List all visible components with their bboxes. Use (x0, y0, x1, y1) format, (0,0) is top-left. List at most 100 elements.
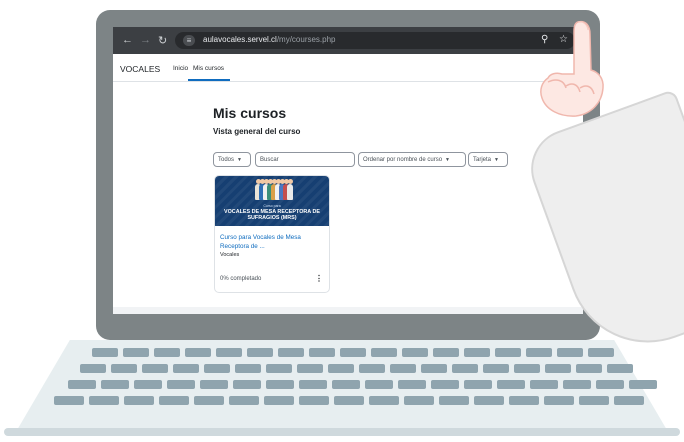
keyboard-key (629, 380, 657, 389)
keyboard-key (431, 380, 459, 389)
keyboard-key (264, 396, 294, 405)
keyboard-key (464, 380, 492, 389)
course-progress: 0% completado (220, 276, 262, 282)
keyboard-key (452, 364, 478, 373)
course-name-link[interactable]: Curso para Vocales de Mesa Receptora de .… (220, 233, 324, 251)
reload-icon[interactable]: ↻ (158, 34, 167, 47)
page-footer (113, 307, 583, 314)
keyboard-key (509, 396, 539, 405)
keyboard-key (297, 364, 323, 373)
keyboard-key (545, 364, 571, 373)
grouping-dropdown[interactable]: Todos ▼ (213, 152, 251, 167)
keyboard-key (557, 348, 583, 357)
keyboard-key (334, 396, 364, 405)
chevron-down-icon: ▼ (237, 157, 242, 163)
browser-toolbar: ← → ↻ ≡ aulavocales.servel.cl/my/courses… (113, 27, 583, 54)
keyboard-key (200, 380, 228, 389)
keyboard-key (154, 348, 180, 357)
course-card[interactable]: Curso para VOCALES DE MESA RECEPTORA DE S… (214, 175, 330, 293)
keyboard-key (89, 396, 119, 405)
keyboard-key (474, 396, 504, 405)
keyboard-key (299, 396, 329, 405)
address-url[interactable]: aulavocales.servel.cl/my/courses.php (203, 35, 336, 44)
back-arrow-icon[interactable]: ← (122, 34, 133, 46)
keyboard-key (433, 348, 459, 357)
keyboard-key (101, 380, 129, 389)
person-figure (287, 184, 293, 200)
keyboard-key (495, 348, 521, 357)
keyboard-key (359, 364, 385, 373)
person-head (287, 179, 293, 184)
page-subtitle: Vista general del curso (213, 127, 301, 136)
keyboard-key (167, 380, 195, 389)
keyboard-key (204, 364, 230, 373)
keyboard-key (235, 364, 261, 373)
keyboard-key (340, 348, 366, 357)
keyboard-key (497, 380, 525, 389)
keyboard-key (398, 380, 426, 389)
kebab-menu-icon[interactable]: ⋮ (315, 274, 323, 283)
keyboard-key (229, 396, 259, 405)
laptop-keyboard (40, 346, 657, 416)
view-dropdown[interactable]: Tarjeta ▼ (468, 152, 508, 167)
keyboard-key (278, 348, 304, 357)
keyboard-key (390, 364, 416, 373)
course-image-title: VOCALES DE MESA RECEPTORA DE SUFRAGIOS (M… (224, 209, 320, 221)
sort-dropdown[interactable]: Ordenar por nombre de curso ▼ (358, 152, 466, 167)
keyboard-key (579, 396, 609, 405)
keyboard-key (332, 380, 360, 389)
keyboard-key (134, 380, 162, 389)
keyboard-key (266, 364, 292, 373)
browser-window: ← → ↻ ≡ aulavocales.servel.cl/my/courses… (113, 27, 583, 314)
keyboard-key (365, 380, 393, 389)
pointing-hand-icon (540, 20, 604, 117)
laptop-base-edge (4, 428, 680, 436)
site-brand[interactable]: VOCALES (120, 64, 160, 74)
chevron-down-icon: ▼ (445, 157, 450, 163)
keyboard-key (247, 348, 273, 357)
chevron-down-icon: ▼ (494, 157, 499, 163)
keyboard-key (159, 396, 189, 405)
keyboard-key (173, 364, 199, 373)
keyboard-key (142, 364, 168, 373)
keyboard-key (216, 348, 242, 357)
keyboard-key (544, 396, 574, 405)
keyboard-key (111, 364, 137, 373)
keyboard-key (530, 380, 558, 389)
keyboard-key (596, 380, 624, 389)
nav-link-inicio[interactable]: Inicio (173, 65, 188, 72)
keyboard-key (402, 348, 428, 357)
forward-arrow-icon[interactable]: → (140, 34, 151, 46)
keyboard-key (328, 364, 354, 373)
keyboard-key (526, 348, 552, 357)
keyboard-key (607, 364, 633, 373)
keyboard-key (123, 348, 149, 357)
keyboard-key (369, 396, 399, 405)
nav-link-mis-cursos[interactable]: Mis cursos (193, 65, 224, 72)
keyboard-key (54, 396, 84, 405)
keyboard-key (266, 380, 294, 389)
course-image-kicker: Curso para (263, 204, 281, 208)
keyboard-key (185, 348, 211, 357)
keyboard-key (371, 348, 397, 357)
course-image[interactable]: Curso para VOCALES DE MESA RECEPTORA DE S… (215, 176, 329, 226)
keyboard-key (124, 396, 154, 405)
keyboard-key (68, 380, 96, 389)
course-category: Vocales (220, 252, 240, 258)
keyboard-key (588, 348, 614, 357)
keyboard-key (421, 364, 447, 373)
keyboard-key (614, 396, 644, 405)
keyboard-key (92, 348, 118, 357)
laptop-bezel (113, 314, 583, 340)
keyboard-key (563, 380, 591, 389)
keyboard-key (576, 364, 602, 373)
tune-icon[interactable]: ≡ (183, 35, 195, 46)
nav-active-indicator (188, 79, 230, 81)
keyboard-key (194, 396, 224, 405)
keyboard-key (404, 396, 434, 405)
keyboard-key (309, 348, 335, 357)
keyboard-key (233, 380, 261, 389)
keyboard-key (80, 364, 106, 373)
keyboard-key (514, 364, 540, 373)
search-input[interactable]: Buscar (255, 152, 355, 167)
